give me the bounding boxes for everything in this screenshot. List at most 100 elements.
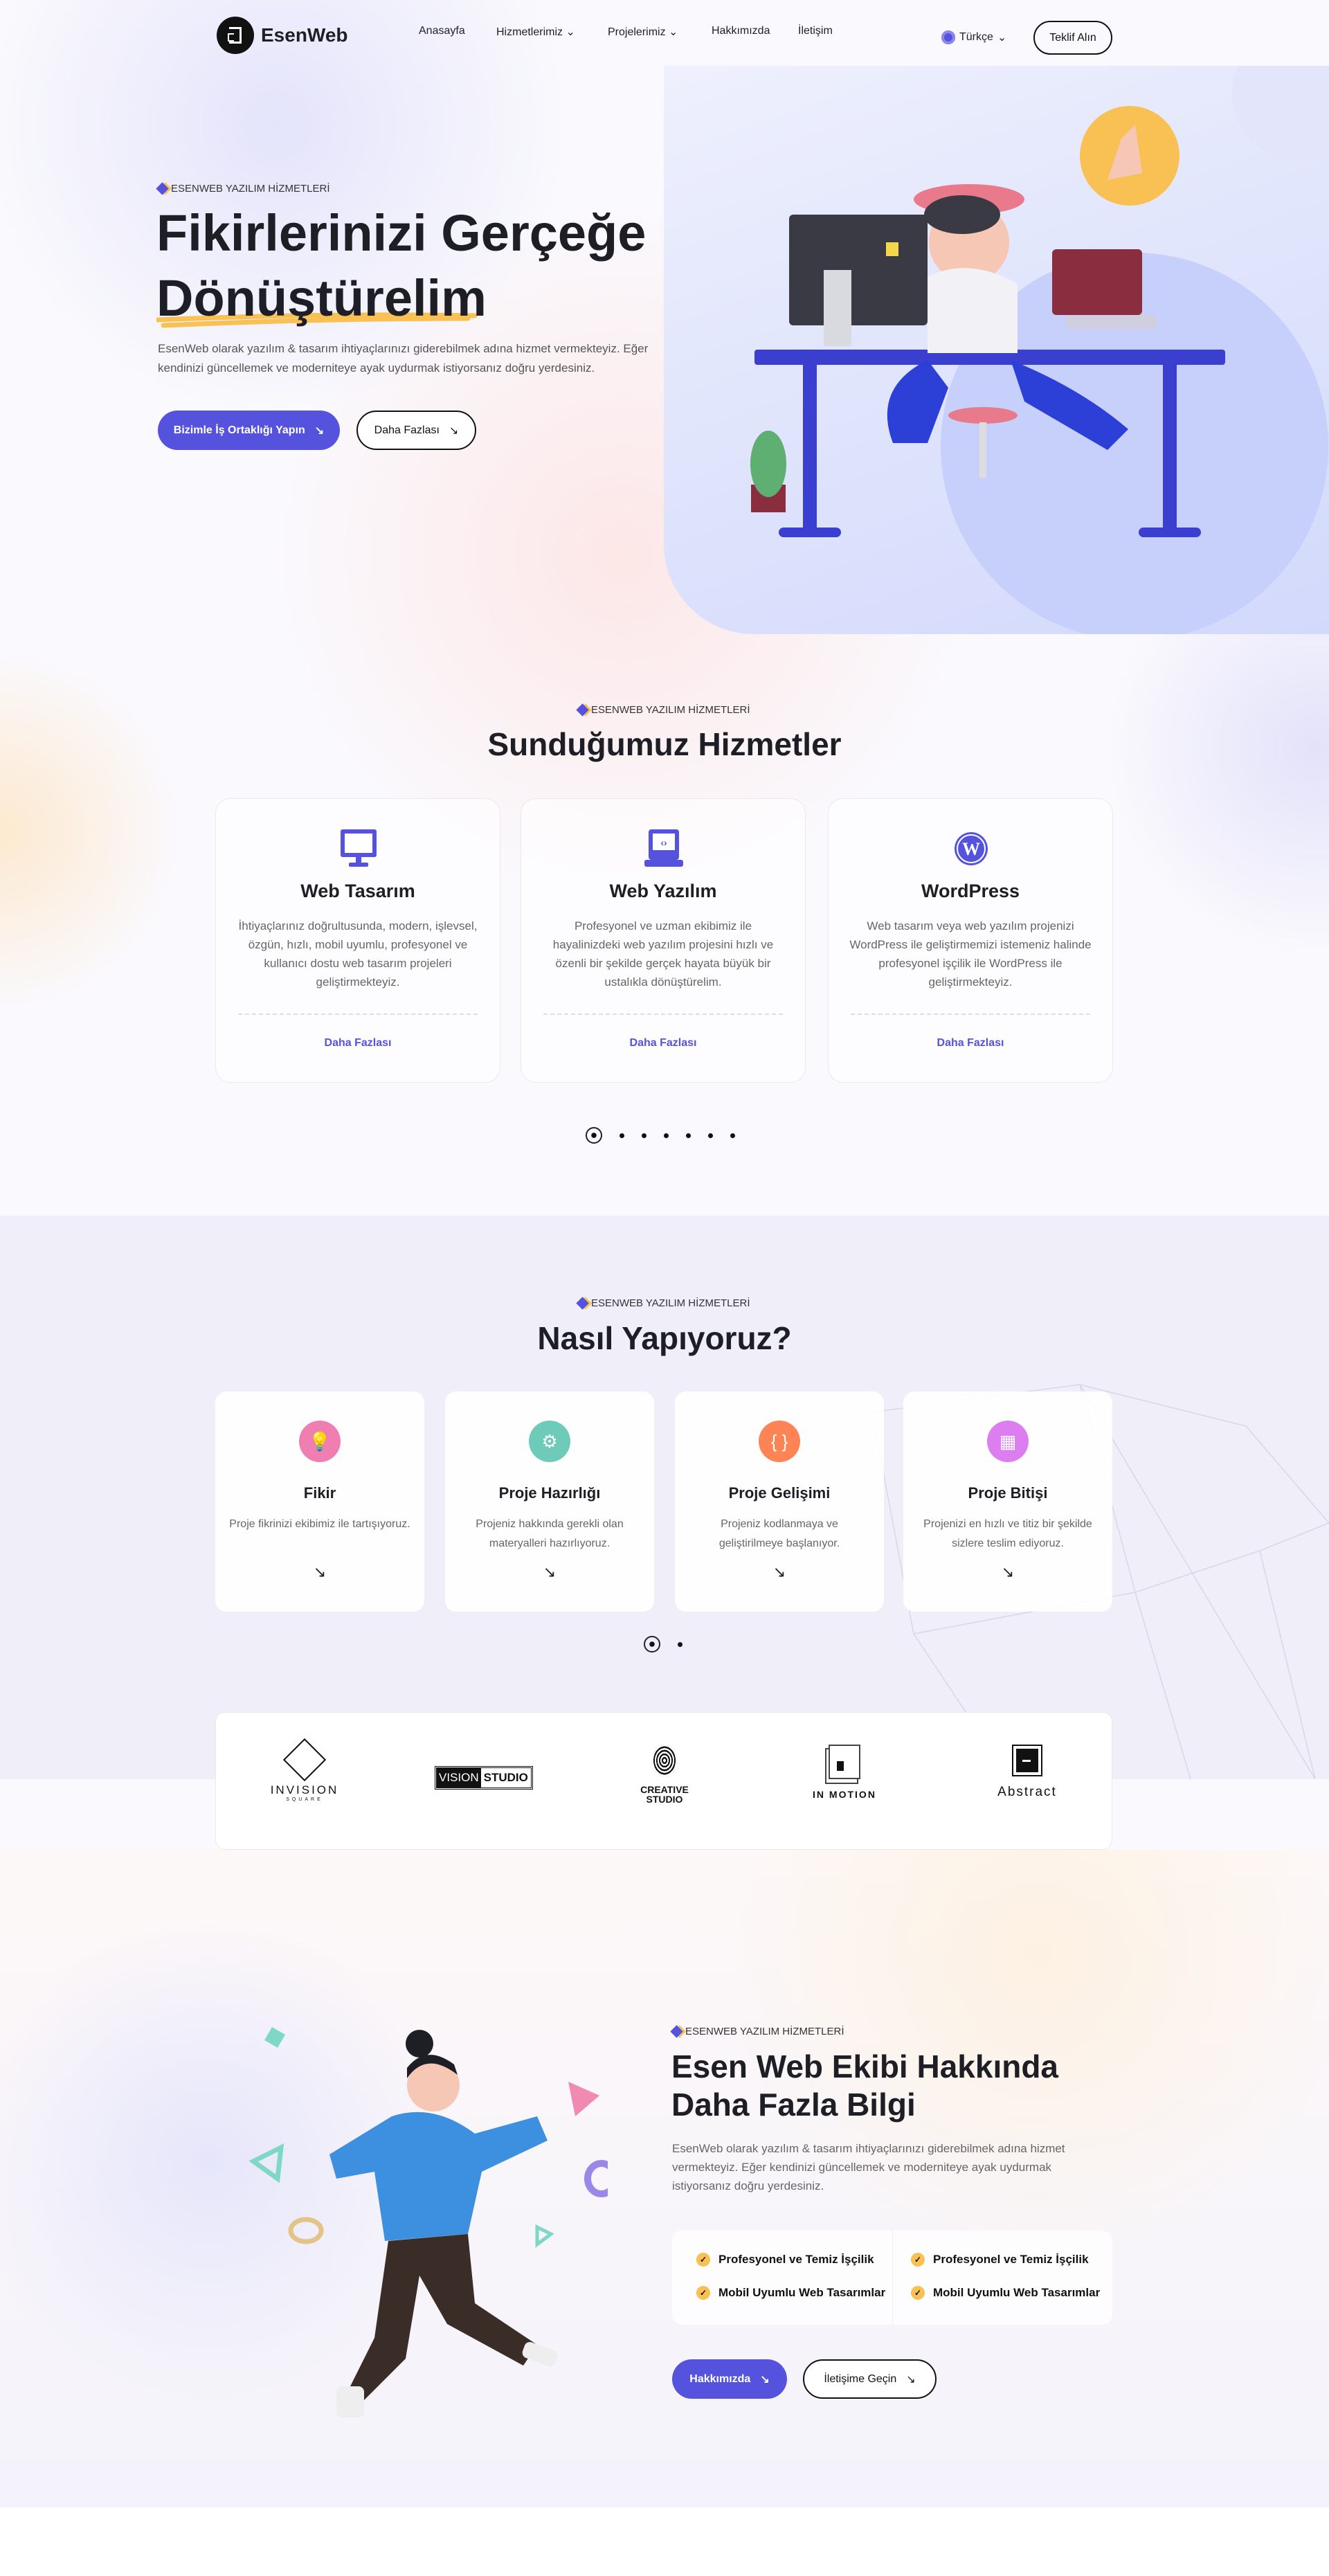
service-card-web-yazilim[interactable]: ‹› Web Yazılım Profesyonel ve uzman ekib… (521, 798, 806, 1083)
process-step-gelisim: { } Proje Gelişimi Projeniz kodlanmaya v… (675, 1391, 884, 1612)
page-footer-space (0, 2507, 1329, 2576)
tag-text: ESENWEB YAZILIM HİZMETLERİ (591, 1297, 750, 1309)
brand-logo[interactable]: EsenWeb (217, 17, 348, 54)
step-description: Projeniz kodlanmaya ve geliştirilmeye ba… (718, 1518, 840, 1549)
brand-name: EsenWeb (261, 24, 348, 46)
page-dot[interactable] (730, 1133, 735, 1138)
running-person-illustration (248, 2026, 608, 2417)
check-icon: ✓ (911, 2253, 925, 2267)
tag-text: ESENWEB YAZILIM HİZMETLERİ (171, 183, 330, 195)
logo-text: VISION (437, 1768, 481, 1787)
page-dot[interactable] (678, 1641, 682, 1647)
language-select[interactable]: Türkçe ⌄ (941, 30, 1006, 44)
logo-text: IN MOTION (813, 1789, 876, 1800)
about-title: Esen Web Ekibi Hakkında Daha Fazla Bilgi (671, 2048, 1058, 2124)
diamond-icon (576, 1297, 589, 1310)
more-link[interactable]: Daha Fazlası (829, 1037, 1112, 1050)
square-logo-icon (1012, 1745, 1042, 1776)
geometric-logo-icon (282, 1738, 327, 1782)
stacked-frames-icon (829, 1745, 860, 1779)
step-title: Proje Hazırlığı (498, 1484, 601, 1502)
feature-text: Mobil Uyumlu Web Tasarımlar (933, 2286, 1101, 2299)
chevron-down-icon: ⌄ (669, 26, 678, 38)
service-card-wordpress[interactable]: W WordPress Web tasarım veya web yazılım… (828, 798, 1113, 1083)
nav-iletisim[interactable]: İletişim (798, 25, 833, 37)
code-laptop-icon: ‹› (644, 829, 683, 867)
step-description: Projenizi en hızlı ve titiz bir şekilde … (923, 1518, 1092, 1549)
logo-text: CREATIVE (640, 1784, 689, 1795)
partner-logo-abstract: Abstract (986, 1745, 1069, 1800)
feature-text: Profesyonel ve Temiz İşçilik (933, 2253, 1089, 2266)
arrow-down-right-icon: ↘ (449, 424, 459, 437)
hero-more-button[interactable]: Daha Fazlası ↘ (356, 411, 476, 450)
card-description: Profesyonel ve uzman ekibimiz ile hayali… (552, 919, 774, 989)
diamond-icon (156, 182, 169, 195)
logo-subtext: STUDIO (483, 1771, 528, 1784)
chevron-down-icon: ⌄ (997, 32, 1007, 44)
more-link[interactable]: Daha Fazlası (521, 1037, 805, 1050)
hero-title: Fikirlerinizi Gerçeğe Dönüştürelim (156, 201, 646, 331)
process-step-fikir: 💡 Fikir Proje fikrinizi ekibimiz ile tar… (215, 1391, 424, 1612)
nav-label: Projelerimiz (608, 26, 666, 38)
svg-text:‹›: ‹› (660, 837, 667, 848)
card-description: İhtiyaçlarınız doğrultusunda, modern, iş… (238, 919, 478, 989)
page-dot[interactable] (620, 1133, 624, 1138)
services-title: Sunduğumuz Hizmetler (487, 726, 842, 762)
arrow-down-right-icon[interactable]: ↘ (903, 1563, 1112, 1581)
step-description: Projeniz hakkında gerekli olan materyall… (476, 1518, 624, 1549)
tag-text: ESENWEB YAZILIM HİZMETLERİ (685, 2026, 844, 2037)
arrow-down-right-icon[interactable]: ↘ (675, 1563, 884, 1581)
logo-icon (217, 17, 254, 54)
nav-anasayfa[interactable]: Anasayfa (419, 25, 465, 37)
feature-item: ✓ Profesyonel ve Temiz İşçilik (911, 2253, 1089, 2267)
about-description: EsenWeb olarak yazılım & tasarım ihtiyaç… (672, 2142, 1065, 2192)
about-section-bg (0, 1850, 1329, 2507)
process-step-hazirlik: ⚙ Proje Hazırlığı Projeniz hakkında gere… (445, 1391, 654, 1612)
process-step-bitis: ▦ Proje Bitişi Projenizi en hızlı ve tit… (903, 1391, 1112, 1612)
partnership-button[interactable]: Bizimle İş Ortaklığı Yapın ↘ (158, 411, 340, 450)
about-title-line2: Daha Fazla Bilgi (671, 2087, 916, 2123)
feature-text: Profesyonel ve Temiz İşçilik (718, 2253, 874, 2266)
about-us-button[interactable]: Hakkımızda ↘ (672, 2359, 787, 2399)
step-title: Fikir (303, 1484, 336, 1502)
nav-hakkimizda[interactable]: Hakkımızda (712, 25, 770, 37)
step-title: Proje Bitişi (968, 1484, 1048, 1502)
page-dot[interactable] (664, 1133, 669, 1138)
diamond-icon (576, 703, 589, 717)
tag-text: ESENWEB YAZILIM HİZMETLERİ (591, 704, 750, 716)
page-dot[interactable] (586, 1127, 602, 1144)
nav-hizmetlerimiz[interactable]: Hizmetlerimiz ⌄ (496, 25, 575, 39)
braces-icon: { } (759, 1421, 800, 1462)
service-card-web-tasarim[interactable]: Web Tasarım İhtiyaçlarınız doğrultusunda… (215, 798, 500, 1083)
chevron-down-icon: ⌄ (566, 26, 575, 38)
divider (543, 1014, 783, 1015)
get-quote-button[interactable]: Teklif Alın (1033, 21, 1112, 55)
language-label: Türkçe (959, 31, 993, 43)
about-title-line1: Esen Web Ekibi Hakkında (671, 2048, 1059, 2084)
about-tag: ESENWEB YAZILIM HİZMETLERİ (670, 2025, 844, 2038)
features-box: ✓ Profesyonel ve Temiz İşçilik ✓ Mobil Uyu… (672, 2231, 1112, 2325)
page-dot[interactable] (708, 1133, 713, 1138)
page-dot[interactable] (644, 1636, 660, 1652)
services-pagination (586, 1127, 735, 1144)
logo-text: Abstract (997, 1785, 1057, 1799)
highlighted-word: Dönüştürelim (156, 269, 487, 327)
arrow-down-right-icon[interactable]: ↘ (215, 1563, 424, 1581)
more-link[interactable]: Daha Fazlası (216, 1037, 500, 1050)
arrow-down-right-icon: ↘ (906, 2373, 916, 2386)
page-dot[interactable] (686, 1133, 691, 1138)
diamond-icon (670, 2025, 683, 2038)
globe-icon (941, 30, 955, 44)
card-title: Web Tasarım (300, 881, 415, 901)
check-icon: ✓ (696, 2286, 710, 2300)
partner-logo-invision: INVISION SQUARE (263, 1738, 346, 1802)
process-pagination (644, 1636, 682, 1652)
nav-projelerimiz[interactable]: Projelerimiz ⌄ (608, 25, 678, 39)
arrow-down-right-icon[interactable]: ↘ (445, 1563, 654, 1581)
feature-item: ✓ Profesyonel ve Temiz İşçilik (696, 2253, 874, 2267)
card-description: Web tasarım veya web yazılım projenizi W… (849, 919, 1092, 989)
lightbulb-icon: 💡 (299, 1421, 341, 1462)
contact-button[interactable]: İletişime Geçin ↘ (803, 2359, 937, 2399)
page-dot[interactable] (642, 1133, 647, 1138)
button-label: İletişime Geçin (824, 2372, 897, 2385)
